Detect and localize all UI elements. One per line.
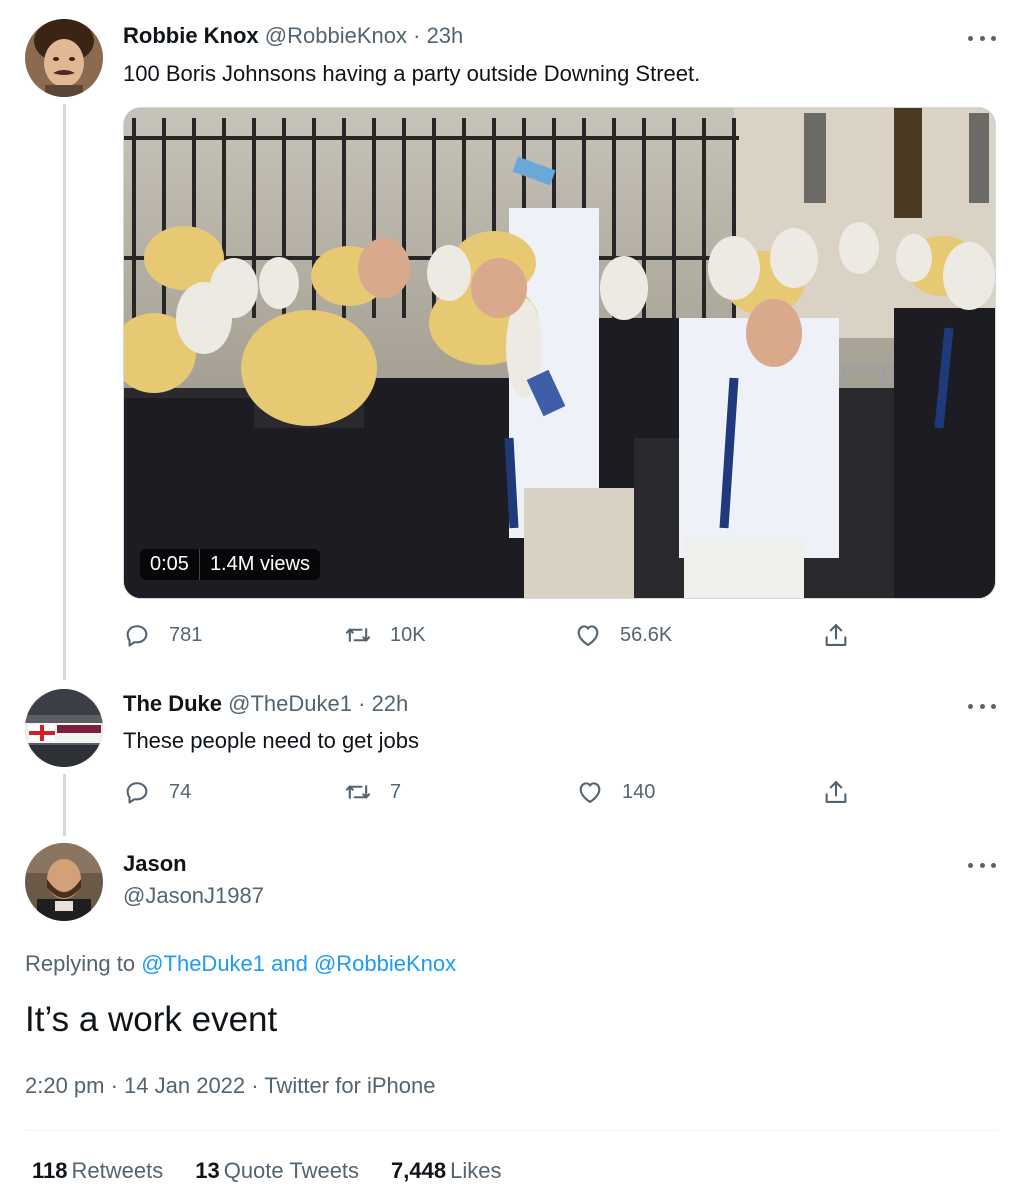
share-icon — [825, 781, 847, 803]
share-button[interactable] — [822, 777, 850, 807]
reply-count: 781 — [169, 623, 203, 646]
retweet-button[interactable]: 7 — [344, 777, 401, 807]
likes-label: Likes — [450, 1158, 502, 1183]
divider — [25, 1130, 997, 1131]
replying-label: Replying to — [25, 951, 142, 976]
quotes-count: 13 — [195, 1158, 220, 1183]
reply-button[interactable]: 781 — [123, 620, 202, 650]
like-button[interactable]: 56.6K — [574, 620, 672, 650]
video-duration: 0:05 — [150, 553, 189, 575]
author-handle[interactable]: @JasonJ1987 — [123, 883, 264, 908]
tweet-meta[interactable]: 2:20 pm · 14 Jan 2022 · Twitter for iPho… — [25, 1073, 436, 1099]
likes-stat[interactable]: 7,448 Likes — [391, 1158, 501, 1184]
quotes-label: Quote Tweets — [223, 1158, 360, 1183]
retweets-stat[interactable]: 118 Retweets — [32, 1158, 163, 1184]
likes-count: 7,448 — [391, 1158, 447, 1183]
tweet2-header: The Duke @TheDuke1 · 22h — [123, 691, 408, 717]
thread-line-2 — [63, 774, 66, 836]
reply-count: 74 — [169, 780, 192, 803]
reply-button[interactable]: 74 — [123, 777, 191, 807]
share-button[interactable] — [822, 620, 850, 650]
avatar-the-duke[interactable] — [25, 689, 103, 767]
retweet-icon — [345, 785, 371, 799]
video-badge: 0:05 1.4M views — [140, 549, 320, 580]
retweets-count: 118 — [32, 1158, 68, 1183]
tweet1-header: Robbie Knox @RobbieKnox · 23h — [123, 23, 463, 49]
reply-icon — [126, 625, 148, 647]
heart-icon — [579, 782, 601, 803]
reply-icon — [126, 782, 148, 804]
more-icon[interactable] — [968, 860, 996, 870]
share-icon — [825, 624, 847, 646]
author-name[interactable]: Jason — [123, 851, 187, 876]
author-handle[interactable]: @TheDuke1 — [228, 691, 352, 716]
like-count: 140 — [622, 780, 656, 803]
tweet3-handle: @JasonJ1987 — [123, 883, 264, 909]
engagement-stats: 118 Retweets 13 Quote Tweets 7,448 Likes — [32, 1158, 501, 1184]
tweet-time[interactable]: · 23h — [413, 23, 463, 48]
retweet-icon — [345, 628, 371, 642]
tweet3-name: Jason — [123, 851, 187, 877]
retweet-count: 7 — [390, 780, 402, 803]
avatar-jason[interactable] — [25, 843, 103, 921]
heart-icon — [577, 625, 599, 646]
like-button[interactable]: 140 — [576, 777, 655, 807]
author-name[interactable]: The Duke — [123, 691, 222, 716]
focused-tweet-text: It’s a work event — [25, 1000, 278, 1039]
more-icon[interactable] — [968, 33, 996, 43]
tweet-text: These people need to get jobs — [123, 728, 420, 753]
video-views: 1.4M views — [209, 553, 310, 575]
video-player[interactable] — [123, 107, 996, 599]
author-handle[interactable]: @RobbieKnox — [265, 23, 407, 48]
avatar-robbie[interactable] — [25, 19, 103, 97]
tweet-time[interactable]: · 22h — [358, 691, 408, 716]
author-name[interactable]: Robbie Knox — [123, 23, 259, 48]
tweet-text: 100 Boris Johnsons having a party outsid… — [123, 61, 701, 86]
thread-line-1 — [63, 104, 66, 680]
retweet-button[interactable]: 10K — [344, 620, 426, 650]
retweets-label: Retweets — [71, 1158, 164, 1183]
replying-mentions[interactable]: @TheDuke1 and @RobbieKnox — [141, 951, 456, 976]
replying-to: Replying to @TheDuke1 and @RobbieKnox — [25, 951, 456, 977]
more-icon[interactable] — [968, 701, 996, 711]
like-count: 56.6K — [620, 623, 673, 646]
quote-tweets-stat[interactable]: 13 Quote Tweets — [195, 1158, 359, 1184]
retweet-count: 10K — [390, 623, 426, 646]
